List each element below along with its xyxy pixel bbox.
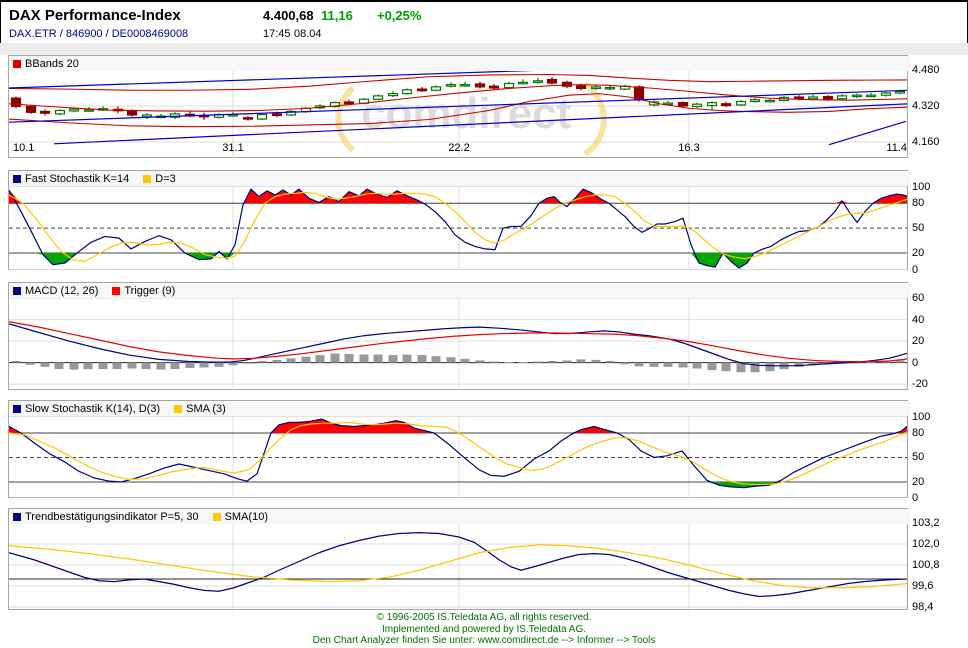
y-axis-tick-label: 4.480: [912, 64, 940, 76]
y-axis-tick-label: 80: [912, 197, 925, 210]
y-axis-tick-label: 40: [912, 313, 925, 326]
legend-swatch-icon: [13, 512, 21, 521]
legend-swatch-icon: [13, 174, 21, 183]
legend-label: BBands 20: [25, 57, 79, 70]
header-gap: [0, 43, 968, 55]
y-axis-tick-label: 80: [912, 426, 925, 439]
legend-swatch-icon: [174, 404, 183, 413]
quote-header: DAX Performance-Index 4.400,68 11,16 +0,…: [0, 0, 968, 45]
legend-trendbestaetigung: Trendbestätigungsindikator P=5, 30 SMA(10…: [9, 509, 911, 524]
y-axis-tick-label: 100,8: [912, 559, 940, 571]
x-axis-date-label: 22.2: [448, 142, 469, 154]
chart-slow-stochastik: [9, 415, 907, 498]
price-change: 11,16: [321, 8, 353, 23]
y-axis-tick-label: 50: [912, 451, 925, 464]
y-axis-tick-label: 0: [912, 263, 919, 276]
legend-item: Trigger (9): [112, 285, 175, 297]
page-title: DAX Performance-Index: [9, 7, 181, 24]
legend-item: D=3: [143, 173, 176, 185]
panel-fast-stochastik: Fast Stochastik K=14 D=3: [8, 170, 911, 270]
quote-date: 08.04: [294, 28, 322, 40]
legend-label: MACD (12, 26): [25, 284, 99, 297]
y-axis-tick-label: 50: [912, 222, 925, 235]
last-price: 4.400,68: [263, 8, 314, 23]
footer: © 1996-2005 IS.Teledata AG, all rights r…: [0, 612, 968, 647]
panel-macd: MACD (12, 26) Trigger (9): [8, 282, 911, 390]
chart-fast-stochastik: [9, 185, 907, 270]
y-axis-tick-label: 20: [912, 475, 925, 488]
legend-swatch-icon: [212, 512, 221, 521]
legend-label: Fast Stochastik K=14: [25, 172, 130, 185]
panel-price-bbands: BBands 20 comdirect 10.1 31.1 22.2 16.3 11.4: [8, 55, 911, 158]
legend-item: BBands 20: [13, 58, 79, 70]
panel-trendbestaetigung: Trendbestätigungsindikator P=5, 30 SMA(10…: [8, 508, 911, 610]
y-axis-tick-label: -20: [912, 378, 928, 391]
legend-item: Trendbestätigungsindikator P=5, 30: [13, 511, 199, 523]
chart-price-bbands: comdirect10.1 31.1 22.2 16.3 11.4: [9, 70, 907, 158]
y-axis-tick-label: 0: [912, 356, 919, 369]
y-axis-tick-label: 4.160: [912, 136, 940, 148]
legend-swatch-icon: [13, 286, 21, 295]
legend-price-bbands: BBands 20: [9, 56, 911, 71]
y-axis-tick-label: 100: [912, 410, 931, 423]
y-axis-tick-label: 20: [912, 335, 925, 348]
legend-label: D=3: [155, 172, 176, 185]
x-axis-date-label: 11.4: [886, 142, 907, 154]
chart-analyzer-page: DAX Performance-Index 4.400,68 11,16 +0,…: [0, 0, 968, 648]
legend-macd: MACD (12, 26) Trigger (9): [9, 283, 911, 298]
legend-label: Trigger (9): [124, 284, 176, 297]
chart-macd: [9, 297, 907, 390]
legend-fast-stochastik: Fast Stochastik K=14 D=3: [9, 171, 911, 186]
legend-item: Slow Stochastik K(14), D(3): [13, 403, 160, 415]
legend-item: MACD (12, 26): [13, 285, 98, 297]
legend-swatch-icon: [13, 59, 21, 68]
y-axis-tick-label: 0: [912, 492, 919, 505]
footer-copyright: © 1996-2005 IS.Teledata AG, all rights r…: [376, 612, 592, 623]
footer-find-link[interactable]: Den Chart Analyzer finden Sie unter: www…: [0, 635, 968, 647]
y-axis-tick-label: 103,2: [912, 517, 940, 529]
legend-item: SMA (3): [174, 403, 226, 415]
legend-label: SMA (3): [186, 402, 226, 415]
legend-swatch-icon: [112, 286, 121, 295]
x-axis-date-label: 16.3: [678, 142, 699, 154]
legend-item: SMA(10): [212, 510, 268, 523]
y-axis-tick-label: 60: [912, 292, 925, 305]
x-axis-date-label: 10.1: [13, 142, 34, 154]
legend-label: SMA(10): [224, 510, 268, 523]
panel-slow-stochastik: Slow Stochastik K(14), D(3) SMA (3): [8, 400, 911, 498]
y-axis-tick-label: 99,6: [912, 580, 934, 592]
legend-swatch-icon: [13, 404, 21, 413]
price-change-percent: +0,25%: [377, 8, 422, 23]
y-axis-tick-label: 4.320: [912, 100, 940, 112]
y-axis-tick-label: 20: [912, 247, 925, 260]
y-axis-tick-label: 100: [912, 180, 931, 193]
legend-swatch-icon: [143, 174, 152, 183]
instrument-identifiers: DAX.ETR / 846900 / DE0008469008: [9, 28, 189, 40]
quote-time: 17:45: [263, 28, 291, 40]
legend-item: Fast Stochastik K=14: [13, 173, 129, 185]
footer-powered-by: Implemented and powered by IS.Teledata A…: [381, 623, 586, 635]
legend-label: Slow Stochastik K(14), D(3): [25, 402, 161, 415]
x-axis-date-label: 31.1: [222, 142, 243, 154]
legend-label: Trendbestätigungsindikator P=5, 30: [25, 510, 199, 523]
y-axis-tick-label: 102,0: [912, 538, 940, 550]
legend-slow-stochastik: Slow Stochastik K(14), D(3) SMA (3): [9, 401, 911, 416]
chart-trendbestaetigung: [9, 523, 907, 610]
